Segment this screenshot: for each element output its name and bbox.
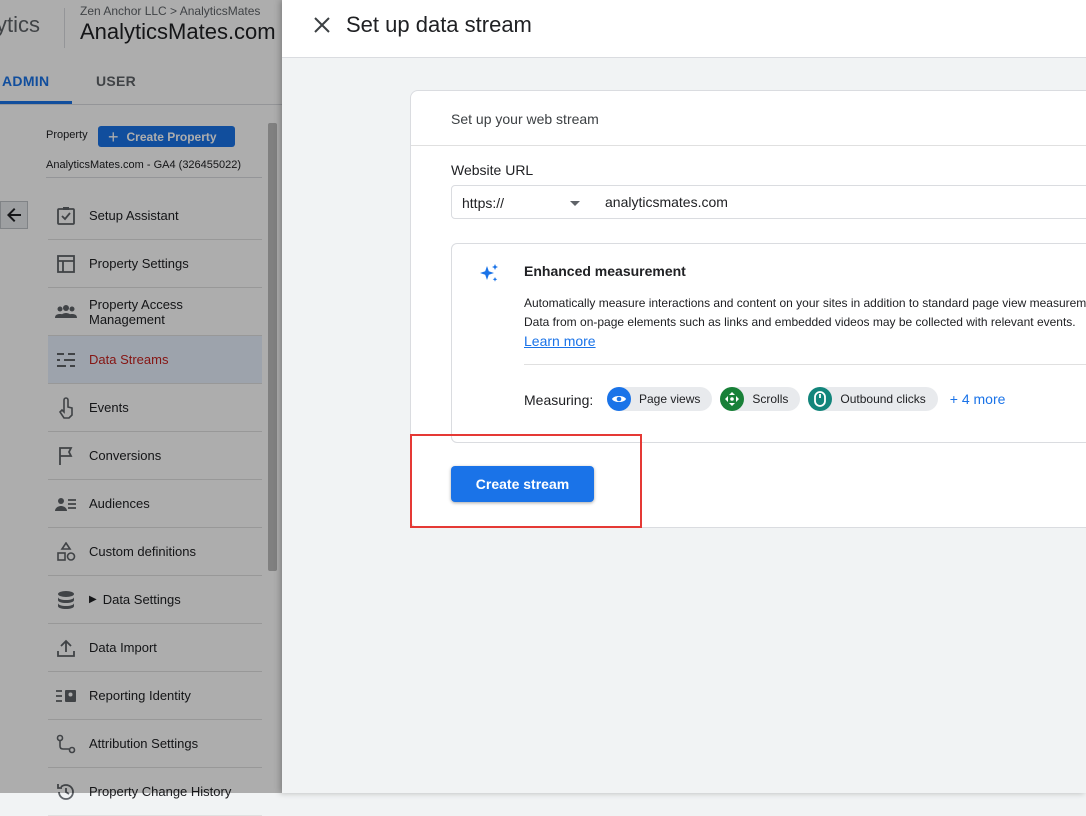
enhanced-measurement-description: Automatically measure interactions and c… [524, 296, 1086, 310]
enhanced-measurement-note: Data from on-page elements such as links… [524, 315, 1076, 329]
card-header: Set up your web stream [411, 91, 1086, 146]
chip-scrolls: Scrolls [720, 387, 801, 411]
chip-label: Scrolls [752, 392, 789, 406]
mouse-icon [808, 387, 833, 411]
annotation-highlight-box [410, 434, 642, 528]
enhanced-measurement-panel: Enhanced measurement Automatically measu… [451, 243, 1086, 443]
measuring-label: Measuring: [524, 392, 594, 408]
protocol-value: https:// [462, 195, 505, 211]
chip-label: Page views [639, 392, 701, 406]
divider [524, 364, 1086, 365]
setup-data-stream-drawer: Set up data stream Set up your web strea… [282, 0, 1086, 793]
dropdown-arrow-icon [570, 201, 580, 206]
card-title: Set up your web stream [451, 111, 599, 127]
learn-more-link[interactable]: Learn more [524, 333, 596, 349]
website-url-input[interactable] [595, 185, 1086, 219]
protocol-select[interactable]: https:// [451, 185, 596, 219]
more-measurements-link[interactable]: + 4 more [950, 391, 1006, 407]
eye-icon [607, 387, 631, 411]
measuring-chips: Page views Scrolls Outbound clicks + 4 m… [607, 387, 1005, 411]
drawer-title: Set up data stream [346, 12, 532, 37]
chip-page-views: Page views [607, 387, 713, 411]
chip-label: Outbound clicks [840, 392, 926, 406]
drawer-header: Set up data stream [282, 0, 1086, 58]
close-icon[interactable] [310, 13, 334, 37]
website-url-label: Website URL [451, 162, 534, 178]
chip-outbound-clicks: Outbound clicks [808, 387, 938, 411]
sparkle-icon [477, 262, 501, 286]
scroll-icon [720, 387, 745, 411]
enhanced-measurement-title: Enhanced measurement [524, 263, 686, 279]
